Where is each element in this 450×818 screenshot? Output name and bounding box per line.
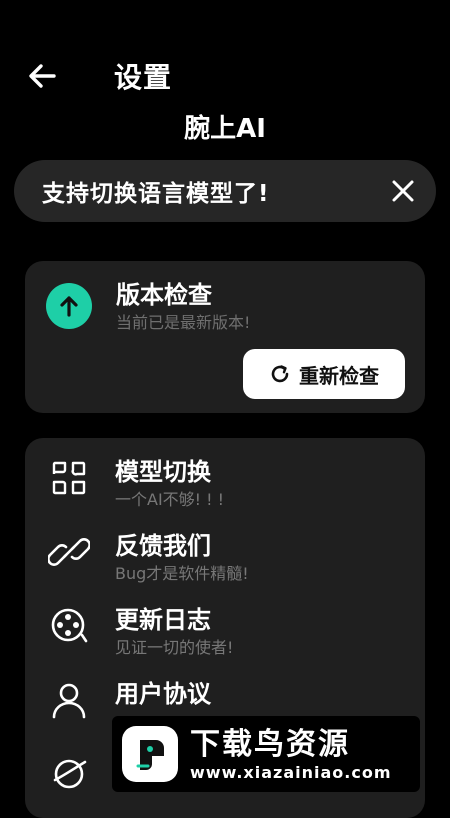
bird-logo-icon [122,726,178,782]
back-arrow-icon [29,64,56,88]
menu-item-feedback[interactable]: 反馈我们 Bug才是软件精髓! [25,518,425,590]
refresh-icon [271,365,289,383]
menu-item-title: 更新日志 [115,606,211,634]
menu-item-title: 用户协议 [115,680,211,708]
menu-item-subtitle: Bug才是软件精髓! [115,564,249,583]
menu-item-title: 反馈我们 [115,532,211,560]
notice-banner: 支持切换语言模型了! [14,160,436,222]
menu-item-changelog[interactable]: 更新日志 见证一切的使者! [25,592,425,664]
user-icon [47,678,91,722]
menu-item-title: 模型切换 [115,458,211,486]
recheck-button[interactable]: 重新检查 [243,349,405,399]
link-icon [47,530,91,574]
film-reel-icon [47,604,91,648]
menu-item-subtitle: 一个AI不够! ! ! [115,490,225,509]
watermark-overlay: 下载鸟资源 www.xiazainiao.com [112,716,420,792]
watermark-url: www.xiazainiao.com [190,762,392,782]
version-check-title: 版本检查 [116,281,212,309]
back-button[interactable] [22,56,62,96]
arrow-up-circle-icon [46,283,92,329]
notice-close-button[interactable] [388,176,418,206]
model-switch-icon [47,456,91,500]
notice-text: 支持切换语言模型了! [42,181,270,207]
privacy-icon [47,752,91,796]
page-title: 设置 [114,61,173,94]
app-name: 腕上AI [184,114,266,144]
recheck-label: 重新检查 [299,363,379,388]
version-check-card: 版本检查 当前已是最新版本! 重新检查 [25,261,425,413]
close-icon [392,180,414,202]
version-check-status: 当前已是最新版本! [116,313,251,332]
menu-item-subtitle: 见证一切的使者! [115,638,234,657]
menu-item-model-switch[interactable]: 模型切换 一个AI不够! ! ! [25,444,425,516]
header: 设置 腕上AI [0,0,450,150]
watermark-title: 下载鸟资源 [190,726,350,762]
